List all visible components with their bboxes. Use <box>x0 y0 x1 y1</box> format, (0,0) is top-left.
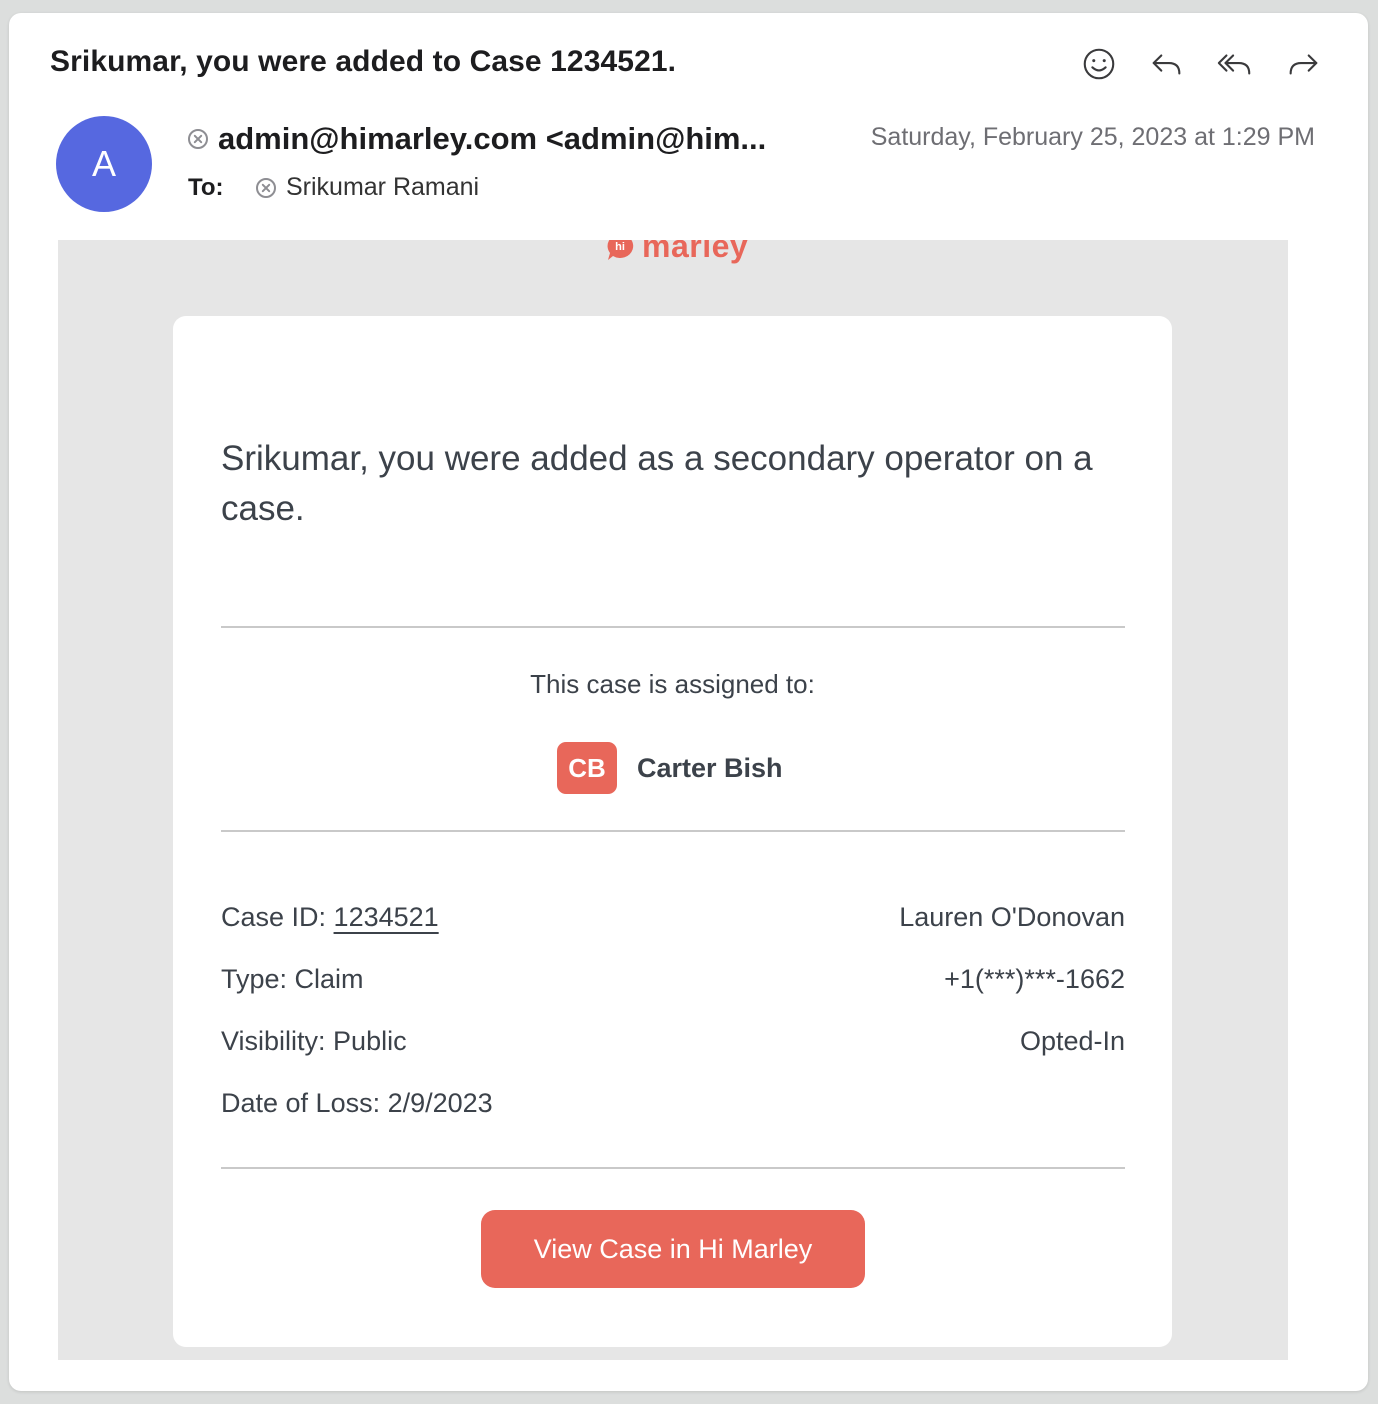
mail-window: Srikumar, you were added to Case 1234521… <box>9 13 1368 1391</box>
date-of-loss-label: Date of Loss: <box>221 1088 388 1118</box>
smiley-icon[interactable] <box>1078 43 1120 85</box>
case-type-value: Claim <box>294 964 364 994</box>
divider <box>221 626 1125 628</box>
customer-phone: +1(***)***-1662 <box>944 964 1125 994</box>
view-case-button[interactable]: View Case in Hi Marley <box>481 1210 865 1288</box>
reply-all-icon[interactable] <box>1214 43 1256 85</box>
divider <box>221 830 1125 832</box>
assignee-name: Carter Bish <box>637 752 783 783</box>
assigned-label: This case is assigned to: <box>530 669 815 699</box>
date-of-loss-value: 2/9/2023 <box>387 1088 493 1118</box>
visibility-row: Visibility: Public <box>221 1026 407 1057</box>
from-row: admin@himarley.com <admin@him... <box>186 121 766 157</box>
recipient-name[interactable]: Srikumar Ramani <box>286 173 479 202</box>
message-toolbar <box>1078 43 1324 85</box>
email-date: Saturday, February 25, 2023 at 1:29 PM <box>870 123 1315 151</box>
date-of-loss-row: Date of Loss: 2/9/2023 <box>221 1088 493 1119</box>
svg-text:hi: hi <box>615 241 625 253</box>
notification-headline: Srikumar, you were added as a secondary … <box>221 439 1093 528</box>
case-type-row: Type: Claim <box>221 964 364 995</box>
assignee: CB Carter Bish <box>557 742 783 794</box>
opt-in-status: Opted-In <box>1019 1026 1125 1056</box>
logo-wordmark: marley <box>642 240 749 264</box>
forward-icon[interactable] <box>1282 43 1324 85</box>
visibility-label: Visibility: <box>221 1026 334 1056</box>
email-subject: Srikumar, you were added to Case 1234521… <box>50 45 677 78</box>
remove-recipient-icon[interactable] <box>254 176 278 200</box>
case-id-row: Case ID: 1234521 <box>221 902 439 933</box>
to-label: To: <box>188 173 224 201</box>
visibility-value: Public <box>333 1026 407 1056</box>
case-id-link[interactable]: 1234521 <box>334 902 439 932</box>
chat-bubble-logo-icon: hi <box>607 240 634 260</box>
email-body: hi marley Srikumar, you were added as a … <box>58 240 1288 1360</box>
notification-card: Srikumar, you were added as a secondary … <box>173 316 1172 1347</box>
sender-avatar: A <box>56 116 152 212</box>
sender-address[interactable]: admin@himarley.com <admin@him... <box>218 121 766 157</box>
customer-name: Lauren O'Donovan <box>899 902 1125 932</box>
case-type-label: Type: <box>221 964 295 994</box>
reply-icon[interactable] <box>1146 43 1188 85</box>
hi-marley-logo: hi marley <box>604 240 748 265</box>
remove-sender-icon[interactable] <box>186 127 210 151</box>
divider <box>221 1167 1125 1169</box>
to-row: To: Srikumar Ramani <box>188 173 479 202</box>
assignee-initials-badge: CB <box>557 742 617 794</box>
case-id-label: Case ID: <box>221 902 334 932</box>
